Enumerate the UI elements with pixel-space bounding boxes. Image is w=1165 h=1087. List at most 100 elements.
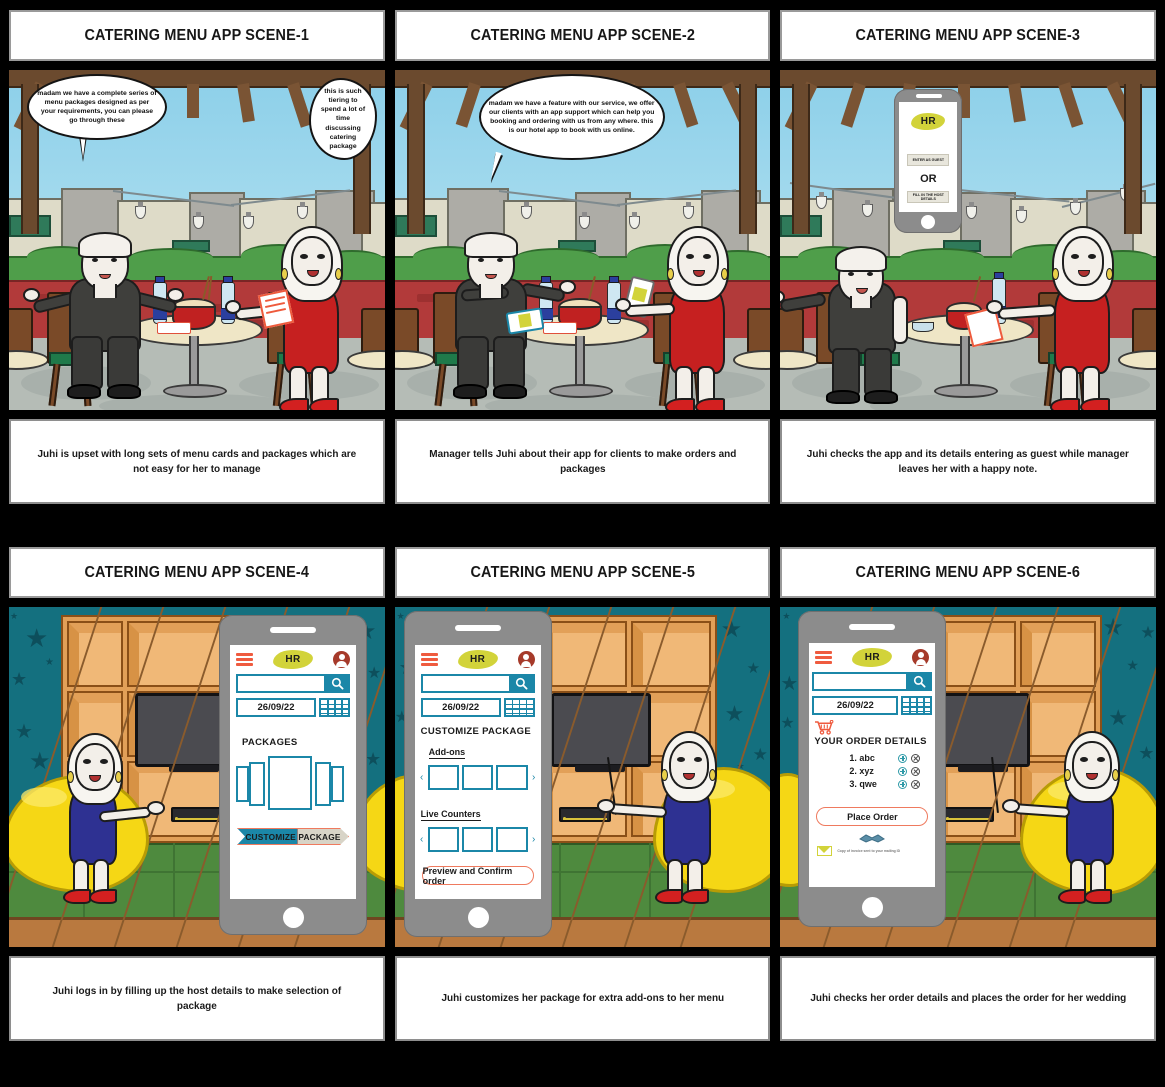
star-decoration: ★: [746, 660, 761, 677]
customize-package-label: CUSTOMIZE PACKAGE: [245, 831, 341, 842]
envelope-icon: [817, 846, 833, 856]
fill-host-details-button[interactable]: FILL IN THE HOST DETAILS: [907, 191, 950, 203]
star-decoration: ★: [1140, 623, 1156, 642]
panel-caption: Juhi logs in by filling up the host deta…: [52, 985, 342, 1012]
event-date-input[interactable]: 26/09/22: [812, 696, 899, 715]
calendar-icon[interactable]: [319, 698, 350, 717]
event-date-input[interactable]: 26/09/22: [420, 698, 501, 717]
phone-home-button[interactable]: [283, 907, 304, 928]
avatar-icon[interactable]: [333, 651, 350, 668]
panel-caption-box: Juhi checks her order details and places…: [780, 956, 1157, 1041]
live-counter-slot[interactable]: [462, 827, 494, 852]
live-counters-next-arrow[interactable]: ›: [531, 834, 537, 845]
search-icon[interactable]: [908, 672, 933, 691]
string-light-bulb: [578, 212, 590, 229]
panel-caption: Juhi is upset with long sets of menu car…: [37, 448, 357, 475]
app-logo: HR: [911, 112, 946, 131]
plus-circle-icon[interactable]: [898, 779, 908, 789]
scene-illustration-6: ★ ★ ★ ★ ★ ★ ★ ★ ★: [780, 607, 1157, 947]
shopping-cart-icon[interactable]: [814, 719, 834, 735]
panel-caption: Juhi checks her order details and places…: [810, 992, 1127, 1005]
calendar-icon[interactable]: [503, 698, 535, 717]
addons-group-label: Add-ons: [428, 747, 466, 759]
preview-confirm-order-button[interactable]: Preview and Confirm order: [421, 866, 534, 886]
addon-slot[interactable]: [462, 765, 494, 790]
search-input[interactable]: [420, 674, 511, 693]
panel-title-bar: CATERING MENU APP SCENE-3: [780, 10, 1157, 61]
addon-slot[interactable]: [496, 765, 528, 790]
place-order-button[interactable]: Place Order: [816, 807, 929, 826]
order-item-label: 1. abc: [849, 753, 875, 763]
scene-illustration-4: ★ ★ ★ ★ ★ ★ ★ ★ ★ ★: [9, 607, 385, 947]
star-decoration: ★: [1138, 743, 1155, 763]
date-picker-row: 26/09/22: [236, 698, 350, 717]
thought-bubble-text: this is such tiering to spend a lot of t…: [320, 88, 366, 150]
storyboard-row-2: CATERING MENU APP SCENE-4 ★ ★ ★ ★ ★ ★ ★ …: [0, 547, 1165, 1041]
event-date-input[interactable]: 26/09/22: [236, 698, 316, 717]
enter-as-guest-button[interactable]: ENTER AS GUEST: [907, 154, 950, 166]
list-item[interactable]: 3. qwe: [849, 779, 935, 789]
app-logo: HR: [852, 647, 893, 668]
panel-title-bar: CATERING MENU APP SCENE-2: [394, 10, 771, 61]
panel-caption-box: Juhi checks the app and its details ente…: [780, 419, 1157, 504]
package-carousel[interactable]: [230, 754, 356, 812]
star-decoration: ★: [1126, 657, 1139, 673]
close-circle-icon[interactable]: [911, 766, 921, 776]
app-logo-text: HR: [285, 654, 301, 665]
character-juhi: [1002, 731, 1138, 905]
thought-bubble-juhi: this is such tiering to spend a lot of t…: [309, 78, 377, 160]
live-counter-slot[interactable]: [427, 827, 459, 852]
close-circle-icon[interactable]: [911, 753, 921, 763]
avatar-icon[interactable]: [912, 649, 930, 666]
app-screen-order-details: HR 26/09/22 YOUR ORDER DETAILS 1. abc 2.…: [809, 643, 936, 887]
hamburger-icon[interactable]: [420, 653, 438, 666]
addon-slot[interactable]: [427, 765, 459, 790]
addons-prev-arrow[interactable]: ‹: [419, 772, 425, 783]
app-logo-text: HR: [864, 652, 880, 663]
panel-title-bar: CATERING MENU APP SCENE-6: [780, 547, 1157, 598]
string-light-bulb: [628, 212, 640, 229]
panel-scene-2: CATERING MENU APP SCENE-2 madam we have …: [394, 10, 771, 504]
search-icon[interactable]: [510, 674, 535, 693]
search-input[interactable]: [236, 674, 326, 693]
order-item-label: 2. xyz: [849, 766, 874, 776]
app-screen-packages: HR 26/09/22 PACKAGES CUSTOMIZE PACKAGE: [230, 645, 356, 899]
storyboard: CATERING MENU APP SCENE-1 madam we have …: [0, 0, 1165, 1087]
app-top-bar: HR: [809, 643, 935, 669]
search-bar: [236, 674, 350, 693]
speech-bubble-manager: madam we have a complete series of menu …: [27, 74, 167, 140]
date-picker-row: 26/09/22: [812, 696, 933, 715]
close-circle-icon[interactable]: [911, 779, 921, 789]
app-logo: HR: [272, 649, 314, 670]
list-item[interactable]: 2. xyz: [849, 766, 935, 776]
hamburger-icon[interactable]: [815, 651, 833, 664]
live-counters-carousel[interactable]: ‹ ›: [419, 827, 537, 852]
search-input[interactable]: [812, 672, 909, 691]
avatar-icon[interactable]: [517, 651, 535, 668]
phone-home-button[interactable]: [467, 907, 489, 928]
live-counter-slot[interactable]: [496, 827, 528, 852]
panel-caption: Juhi customizes her package for extra ad…: [441, 992, 724, 1005]
app-screen-customize: HR 26/09/22 CUSTOMIZE PACKAGE Add-ons ‹ …: [414, 645, 541, 899]
order-item-label: 3. qwe: [849, 779, 877, 789]
addons-carousel[interactable]: ‹ ›: [419, 765, 537, 790]
star-decoration: ★: [367, 665, 382, 682]
star-decoration: ★: [365, 749, 382, 769]
search-icon[interactable]: [326, 674, 350, 693]
addons-next-arrow[interactable]: ›: [531, 772, 537, 783]
string-light-bulb: [520, 202, 532, 219]
plus-circle-icon[interactable]: [898, 766, 908, 776]
date-picker-row: 26/09/22: [420, 698, 535, 717]
plus-circle-icon[interactable]: [898, 753, 908, 763]
speech-bubble-manager: madam we have a feature with our service…: [478, 74, 665, 160]
phone-home-button[interactable]: [862, 897, 884, 918]
customize-package-button[interactable]: CUSTOMIZE PACKAGE: [237, 828, 349, 845]
place-order-label: Place Order: [847, 811, 898, 822]
live-counters-prev-arrow[interactable]: ‹: [419, 834, 425, 845]
calendar-icon[interactable]: [901, 696, 933, 715]
list-item[interactable]: 1. abc: [849, 753, 935, 763]
page-title: CATERING MENU APP SCENE-3: [855, 26, 1081, 44]
star-decoration: ★: [11, 669, 28, 689]
hamburger-icon[interactable]: [236, 653, 253, 666]
phone-home-button[interactable]: [921, 215, 936, 229]
